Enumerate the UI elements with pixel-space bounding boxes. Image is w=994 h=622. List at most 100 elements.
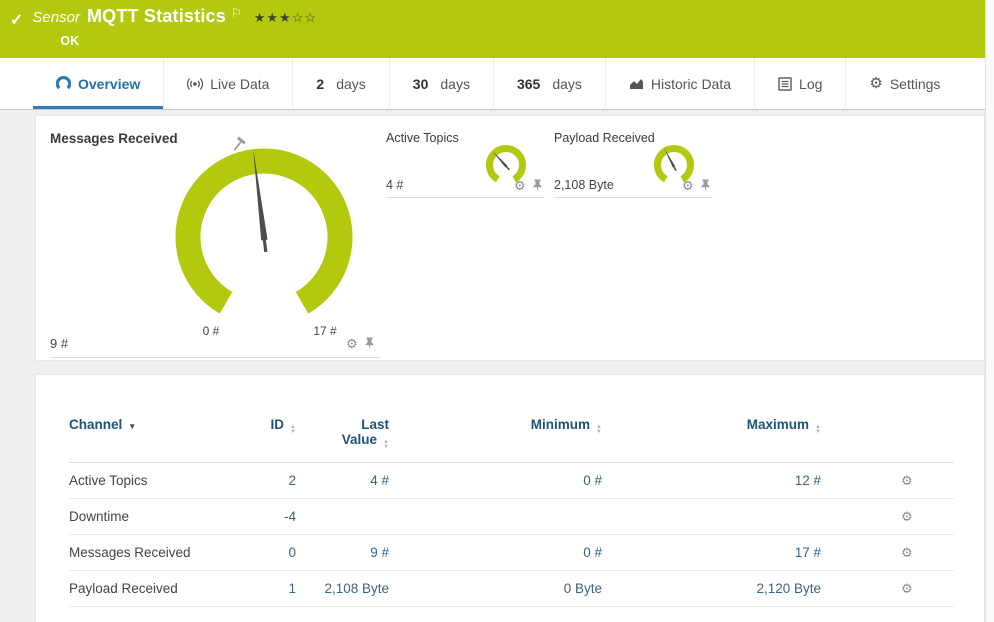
tab-label: days <box>440 75 470 92</box>
sensor-header: ✓ Sensor MQTT Statistics ⚐ ★★★☆☆ OK <box>0 0 994 58</box>
cell-channel: Payload Received <box>69 581 178 596</box>
column-header-channel[interactable]: Channel ▼ <box>69 403 229 463</box>
peak-marker-icon <box>233 136 246 151</box>
channel-settings-gear-icon[interactable]: ⚙ <box>901 545 913 560</box>
tab-label: Historic Data <box>650 75 732 92</box>
sort-icon: ▲ ▼ <box>815 424 821 435</box>
channels-panel: Channel ▼ ID ▲ ▼ Last Value ▲ ▼ Minimum ▲ ▼ <box>35 374 985 622</box>
tab-label: days <box>336 75 366 92</box>
active-topics-actions: ⚙ <box>514 179 542 192</box>
log-list-icon <box>778 76 792 91</box>
tab-bar: Overview Live Data 2 days 30 days 365 da… <box>0 58 994 110</box>
cell-id: 1 <box>288 581 296 596</box>
settings-gear-icon: ⚙ <box>869 75 883 92</box>
channel-settings-gear-icon[interactable]: ⚙ <box>901 581 913 596</box>
pin-icon[interactable] <box>365 337 374 350</box>
payload-received-actions: ⚙ <box>682 179 710 192</box>
tab-label: Log <box>799 75 823 92</box>
gear-icon[interactable]: ⚙ <box>514 179 526 192</box>
gear-icon[interactable]: ⚙ <box>682 179 694 192</box>
cell-minimum: 0 Byte <box>563 581 602 596</box>
column-header-id[interactable]: ID ▲ ▼ <box>229 403 296 463</box>
page-title: MQTT Statistics <box>86 6 226 26</box>
historic-data-chart-icon <box>629 77 644 90</box>
sort-icon: ▲ ▼ <box>383 439 389 450</box>
status-ok-check-icon: ✓ <box>10 12 24 29</box>
divider <box>386 197 544 198</box>
tab-label: Settings <box>889 75 941 92</box>
gauge-scale-min: 0 # <box>202 324 220 338</box>
column-header-actions <box>821 403 954 463</box>
table-row: Payload Received 1 2,108 Byte 0 Byte 2,1… <box>69 571 954 607</box>
cell-maximum: 2,120 Byte <box>756 581 821 596</box>
cell-maximum: 17 # <box>794 545 821 560</box>
tab-live-data[interactable]: Live Data <box>163 58 292 109</box>
cell-channel: Downtime <box>69 509 130 524</box>
gear-icon[interactable]: ⚙ <box>346 337 358 350</box>
channel-table: Channel ▼ ID ▲ ▼ Last Value ▲ ▼ Minimum ▲ ▼ <box>69 403 954 607</box>
tab-label: Live Data <box>210 75 270 92</box>
cell-maximum: 12 # <box>794 473 821 488</box>
title-block: Sensor MQTT Statistics ⚐ ★★★☆☆ OK <box>32 6 317 48</box>
tab-number: 2 <box>316 75 325 92</box>
gauge-needle <box>492 150 510 171</box>
tab-historic-data[interactable]: Historic Data <box>604 58 754 109</box>
tab-30-days[interactable]: 30 days <box>388 58 493 109</box>
cell-last-value: 2,108 Byte <box>324 581 389 596</box>
primary-gauge-value: 9 # <box>50 336 69 351</box>
live-data-broadcast-icon <box>187 77 204 91</box>
content-area: Messages Received 0 # 17 # 9 # ⚙ Active … <box>0 110 994 622</box>
pin-icon[interactable] <box>533 179 542 192</box>
cell-minimum: 0 # <box>583 473 602 488</box>
sort-active-icon: ▼ <box>128 422 137 431</box>
cell-id: 2 <box>288 473 296 488</box>
active-topics-value: 4 # <box>386 178 404 192</box>
table-row: Messages Received 0 9 # 0 # 17 # ⚙ <box>69 535 954 571</box>
prtg-sensor-page: ✓ Sensor MQTT Statistics ⚐ ★★★☆☆ OK Over… <box>0 0 994 622</box>
tab-number: 30 <box>412 75 429 92</box>
payload-received-value: 2,108 Byte <box>554 178 614 192</box>
cell-last-value: 4 # <box>370 473 389 488</box>
pin-icon[interactable] <box>701 179 710 192</box>
messages-received-gauge <box>175 136 353 314</box>
sort-icon: ▲ ▼ <box>290 424 296 435</box>
channel-settings-gear-icon[interactable]: ⚙ <box>901 509 913 524</box>
object-kind-label: Sensor <box>32 9 80 26</box>
priority-stars[interactable]: ★★★☆☆ <box>254 10 317 26</box>
cell-last-value <box>296 499 389 535</box>
tab-label: days <box>552 75 582 92</box>
sort-icon: ▲ ▼ <box>596 424 602 435</box>
cell-channel: Messages Received <box>69 545 191 560</box>
gauges-panel: Messages Received 0 # 17 # 9 # ⚙ Active … <box>35 115 985 361</box>
cell-minimum <box>389 499 602 535</box>
tab-number: 365 <box>516 75 541 92</box>
table-row: Downtime -4 ⚙ <box>69 499 954 535</box>
tab-log[interactable]: Log <box>754 58 845 109</box>
column-header-maximum[interactable]: Maximum ▲ ▼ <box>602 403 821 463</box>
cell-last-value: 9 # <box>370 545 389 560</box>
tab-365-days[interactable]: 365 days <box>492 58 605 109</box>
cell-channel: Active Topics <box>69 473 148 488</box>
tab-settings[interactable]: ⚙ Settings <box>845 58 963 109</box>
payload-received-title: Payload Received <box>554 131 655 145</box>
channel-settings-gear-icon[interactable]: ⚙ <box>901 473 913 488</box>
divider <box>554 197 712 198</box>
tab-overview[interactable]: Overview <box>33 58 163 109</box>
scrollbar-track[interactable] <box>985 0 994 622</box>
active-topics-title: Active Topics <box>386 131 459 145</box>
divider <box>50 357 380 358</box>
cell-minimum: 0 # <box>583 545 602 560</box>
table-row: Active Topics 2 4 # 0 # 12 # ⚙ <box>69 463 954 499</box>
cell-id: 0 <box>288 545 296 560</box>
primary-gauge-title: Messages Received <box>50 131 178 146</box>
column-header-last-value[interactable]: Last Value ▲ ▼ <box>296 403 389 463</box>
primary-gauge-actions: ⚙ <box>346 337 374 350</box>
flag-icon[interactable]: ⚐ <box>231 6 242 20</box>
column-header-minimum[interactable]: Minimum ▲ ▼ <box>389 403 602 463</box>
sensor-status-badge: OK <box>60 34 80 48</box>
tab-label: Overview <box>78 75 141 92</box>
gauge-scale-max: 17 # <box>313 324 337 338</box>
cell-id: -4 <box>283 509 296 524</box>
tab-2-days[interactable]: 2 days <box>292 58 388 109</box>
cell-maximum <box>602 499 821 535</box>
